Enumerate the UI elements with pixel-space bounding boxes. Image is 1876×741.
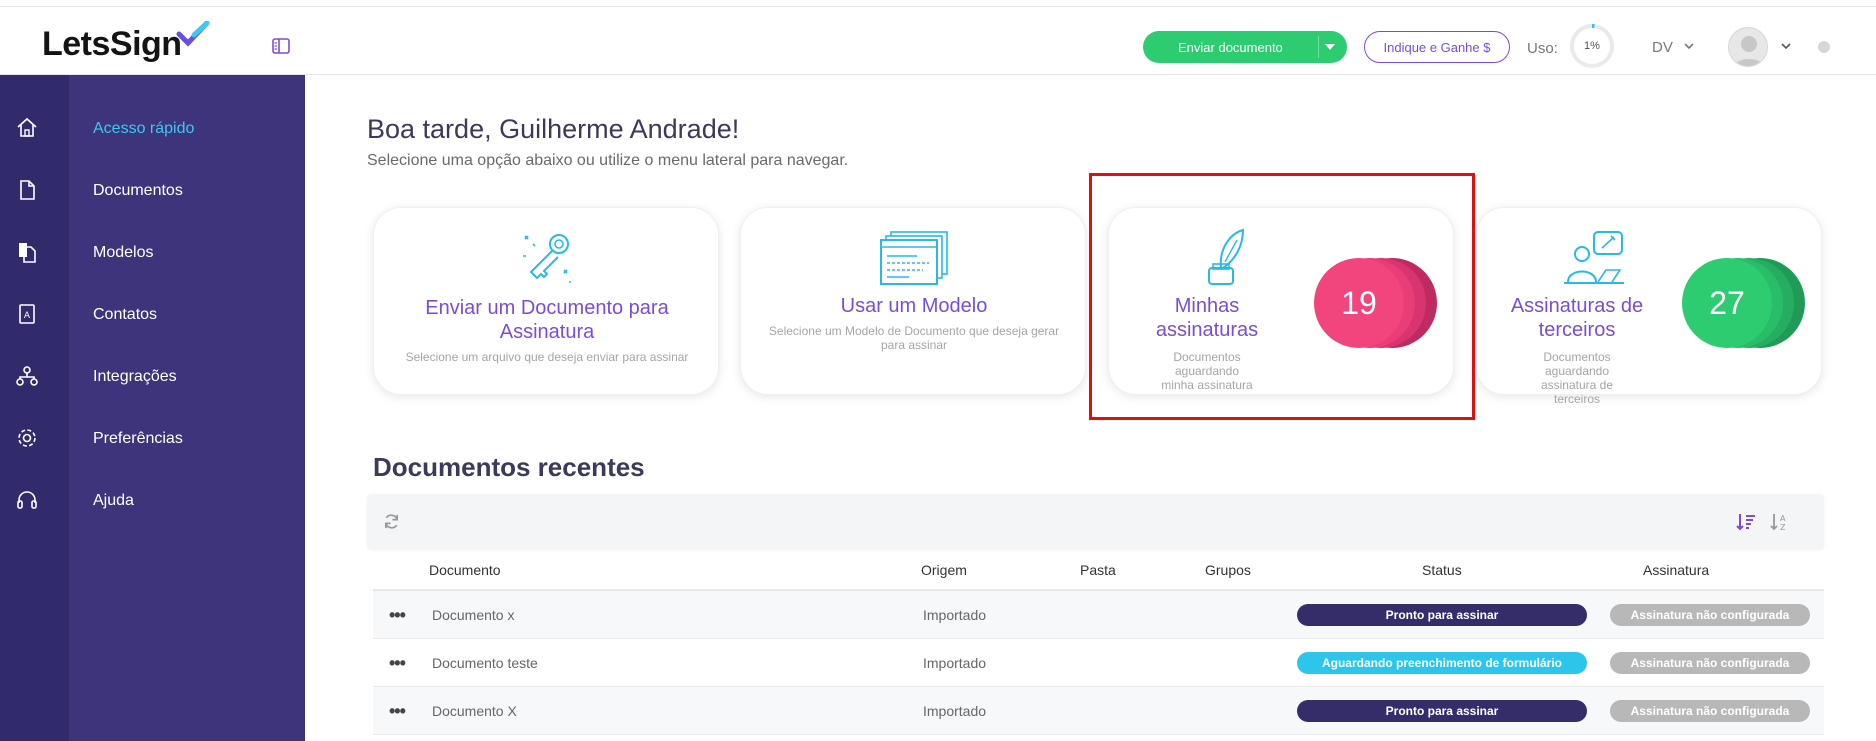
svg-text:A: A xyxy=(24,311,31,321)
row-actions-icon[interactable]: ••• xyxy=(389,605,406,626)
logo[interactable]: LetsSign xyxy=(42,25,182,64)
column-header-origin[interactable]: Origem xyxy=(921,562,967,578)
card-title: Usar um Modelo xyxy=(840,295,988,317)
card-description: Documentos aguardando assinatura de terc… xyxy=(1540,350,1614,406)
document-name[interactable]: Documento X xyxy=(432,703,517,719)
page-subtitle: Selecione uma opção abaixo ou utilize o … xyxy=(367,152,849,169)
document-origin: Importado xyxy=(923,607,987,623)
column-header-signature[interactable]: Assinatura xyxy=(1643,562,1709,578)
user-silhouette-icon xyxy=(1734,36,1764,66)
signature-badge: Assinatura não configurada xyxy=(1610,652,1810,674)
column-header-status[interactable]: Status xyxy=(1422,562,1462,578)
card-title: Assinaturas de terceiros xyxy=(1510,295,1644,341)
gear-icon[interactable] xyxy=(15,426,39,450)
sidebar-item-preferences[interactable]: Preferências xyxy=(93,430,183,448)
card-my-signatures[interactable]: Minhas assinaturas Documentos aguardando… xyxy=(1108,207,1454,395)
page-title: Boa tarde, Guilherme Andrade! xyxy=(367,114,740,144)
sidebar-toggle-icon[interactable] xyxy=(272,38,290,54)
card-title: Enviar um Documento para Assinatura xyxy=(425,297,669,343)
third-party-count-badge[interactable]: 27 xyxy=(1682,258,1806,348)
third-party-count: 27 xyxy=(1709,284,1745,321)
person-signing-icon xyxy=(1564,231,1624,284)
sidebar-item-contacts[interactable]: Contatos xyxy=(93,306,157,324)
column-header-folder[interactable]: Pasta xyxy=(1080,562,1116,578)
card-description: Selecione um Modelo de Documento que des… xyxy=(768,324,1060,352)
table-row[interactable]: ••• Documento x Importado Pronto para as… xyxy=(373,591,1824,639)
column-header-document[interactable]: Documento xyxy=(429,562,501,578)
send-document-button[interactable]: Enviar documento xyxy=(1143,31,1347,63)
chevron-down-icon[interactable] xyxy=(1325,44,1335,50)
sort-alphabetical-icon[interactable]: A Z xyxy=(1770,512,1790,532)
chevron-down-icon[interactable] xyxy=(1781,43,1791,50)
recent-documents-title: Documentos recentes xyxy=(373,452,645,482)
send-document-divider xyxy=(1318,36,1319,58)
status-badge: Aguardando preenchimento de formulário xyxy=(1297,652,1587,674)
org-selector[interactable]: DV xyxy=(1652,39,1673,56)
status-dot xyxy=(1818,41,1830,53)
card-title: Minhas assinaturas xyxy=(1155,295,1259,341)
document-origin: Importado xyxy=(923,655,987,671)
svg-text:A: A xyxy=(1780,514,1786,523)
template-windows-icon xyxy=(880,231,948,285)
usage-value: 1% xyxy=(1584,40,1600,52)
top-header: LetsSign Enviar documento Indique e Ganh… xyxy=(0,6,1876,75)
document-name[interactable]: Documento x xyxy=(432,607,514,623)
sidebar-item-quick-access[interactable]: Acesso rápido xyxy=(93,120,194,138)
card-description: Documentos aguardando minha assinatura xyxy=(1161,350,1253,392)
card-use-template[interactable]: Usar um Modelo Selecione um Modelo de Do… xyxy=(740,207,1086,395)
integrations-icon[interactable] xyxy=(15,364,39,388)
card-third-party-signatures[interactable]: Assinaturas de terceiros Documentos agua… xyxy=(1476,207,1822,406)
table-toolbar: A Z xyxy=(367,494,1824,549)
signature-badge: Assinatura não configurada xyxy=(1610,700,1810,722)
templates-icon[interactable] xyxy=(15,240,39,264)
status-badge: Pronto para assinar xyxy=(1297,604,1587,626)
sidebar-item-help[interactable]: Ajuda xyxy=(93,492,134,510)
row-actions-icon[interactable]: ••• xyxy=(389,653,406,674)
send-document-label: Enviar documento xyxy=(1178,39,1283,55)
contacts-icon[interactable]: A xyxy=(15,302,39,326)
avatar[interactable] xyxy=(1728,27,1768,67)
table-row[interactable]: ••• Documento X Importado Pronto para as… xyxy=(373,687,1824,735)
document-icon[interactable] xyxy=(15,178,39,202)
row-actions-icon[interactable]: ••• xyxy=(389,701,406,722)
chevron-down-icon[interactable] xyxy=(1684,43,1694,50)
home-icon[interactable] xyxy=(15,116,39,140)
pending-count-badge[interactable]: 19 xyxy=(1314,258,1438,348)
document-name[interactable]: Documento teste xyxy=(432,655,538,671)
table-row[interactable]: ••• Documento teste Importado Aguardando… xyxy=(373,639,1824,687)
card-description: Selecione um arquivo que deseja enviar p… xyxy=(405,350,689,364)
document-origin: Importado xyxy=(923,703,987,719)
usage-label: Uso: xyxy=(1527,40,1558,57)
card-send-document[interactable]: Enviar um Documento para Assinatura Sele… xyxy=(373,207,719,395)
headset-icon[interactable] xyxy=(15,488,39,512)
svg-text:Z: Z xyxy=(1780,523,1786,532)
pending-count: 19 xyxy=(1341,284,1377,321)
refer-and-earn-button[interactable]: Indique e Ganhe $ xyxy=(1364,31,1510,63)
signature-badge: Assinatura não configurada xyxy=(1610,604,1810,626)
sidebar-item-templates[interactable]: Modelos xyxy=(93,244,153,262)
pen-key-icon xyxy=(523,234,571,283)
table-header-row: Documento Origem Pasta Grupos Status Ass… xyxy=(373,551,1824,591)
sidebar-item-integrations[interactable]: Integrações xyxy=(93,368,177,386)
logo-check-icon xyxy=(176,21,210,47)
sidebar-menu: Acesso rápido Documentos Modelos Contato… xyxy=(69,75,305,741)
refresh-icon[interactable] xyxy=(383,513,400,530)
sidebar-icon-rail: A xyxy=(0,75,69,741)
sidebar-item-documents[interactable]: Documentos xyxy=(93,182,183,200)
quill-ink-icon xyxy=(1208,228,1245,285)
sort-descending-icon[interactable] xyxy=(1736,512,1756,532)
column-header-groups[interactable]: Grupos xyxy=(1205,562,1251,578)
status-badge: Pronto para assinar xyxy=(1297,700,1587,722)
